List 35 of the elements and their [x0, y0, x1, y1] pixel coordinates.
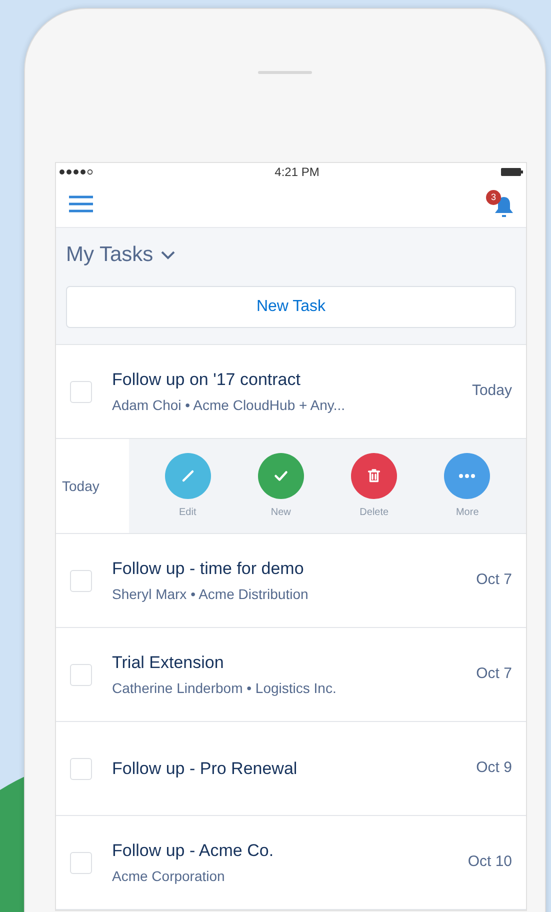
task-date: Oct 7	[476, 664, 512, 684]
task-checkbox[interactable]	[70, 758, 92, 780]
task-date: Oct 9	[476, 758, 512, 778]
more-icon	[458, 472, 476, 478]
task-title[interactable]: Follow up on '17 contract	[112, 366, 464, 392]
menu-icon[interactable]	[68, 195, 94, 213]
task-date: Oct 10	[468, 852, 512, 872]
bell-icon	[494, 196, 514, 218]
task-checkbox[interactable]	[70, 664, 92, 686]
task-title[interactable]: Follow up - time for demo	[112, 556, 468, 582]
task-title[interactable]: Follow up - Pro Renewal	[112, 756, 468, 782]
task-date: Oct 7	[476, 570, 512, 590]
task-subtitle: Adam Choi • Acme CloudHub + Any...	[112, 396, 346, 416]
task-date: Today	[472, 381, 512, 402]
task-subtitle: Sheryl Marx • Acme Distribution	[112, 585, 310, 604]
task-title[interactable]: Follow up - Acme Co.	[112, 838, 460, 864]
task-subtitle: Catherine Linderbom • Logistics Inc.	[112, 679, 338, 698]
task-checkbox[interactable]	[70, 570, 92, 592]
task-title[interactable]: Trial Extension	[112, 650, 468, 676]
task-date: Today	[62, 476, 100, 496]
notification-bell[interactable]: 3	[486, 190, 514, 218]
swipe-action-button[interactable]: Edit	[160, 452, 216, 520]
status-time: 4:21 PM	[274, 164, 320, 181]
task-checkbox[interactable]	[70, 380, 92, 402]
task-checkbox[interactable]	[70, 852, 92, 874]
task-subtitle: Acme Corporation	[112, 867, 226, 886]
new-task-button[interactable]: New Task	[66, 286, 516, 328]
swipe-action-button[interactable]: Delete	[346, 452, 402, 520]
signal-icon	[59, 169, 93, 175]
swipe-action-button[interactable]: New	[252, 452, 309, 520]
list-view-selector[interactable]: My Tasks	[66, 240, 176, 270]
chevron-down-icon	[161, 250, 176, 260]
notification-badge: 3	[486, 190, 501, 205]
battery-icon	[500, 168, 523, 176]
swipe-action-button[interactable]: More	[439, 452, 496, 520]
